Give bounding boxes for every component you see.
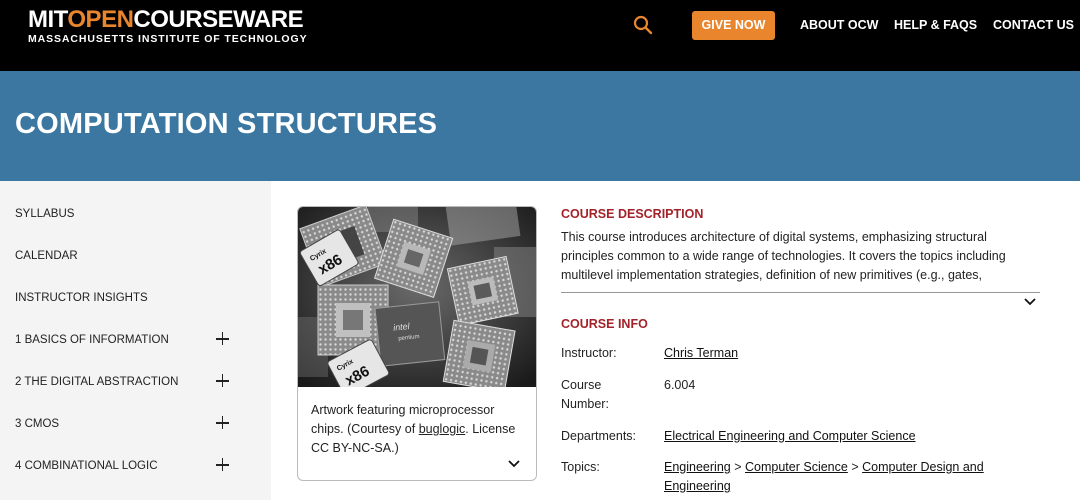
course-description-text: This course introduces architecture of d… [561, 230, 1006, 282]
logo-part-open: OPEN [67, 6, 134, 33]
search-icon[interactable] [632, 14, 654, 36]
nav-help-faqs[interactable]: HELP & FAQS [894, 18, 977, 32]
course-image-card: intel pentium Cyrix x86 Cyrix x86 Artwor… [297, 206, 537, 481]
course-sidebar: SYLLABUS CALENDAR INSTRUCTOR INSIGHTS 1 … [0, 181, 271, 500]
sidebar-item-syllabus[interactable]: SYLLABUS [15, 208, 74, 220]
nav-contact-us[interactable]: CONTACT US [993, 18, 1074, 32]
description-divider [561, 292, 1040, 293]
microprocessor-chips-image: intel pentium Cyrix x86 Cyrix x86 [298, 207, 536, 387]
nav-about-ocw[interactable]: ABOUT OCW [800, 18, 878, 32]
topic-link-computer-design[interactable]: Computer Design and [862, 460, 984, 474]
expand-plus-icon[interactable] [216, 332, 230, 346]
topics-value-line2: Engineering [664, 477, 731, 496]
site-header: MITOPENCOURSEWARE MASSACHUSETTS INSTITUT… [0, 0, 1080, 71]
topics-label: Topics: [561, 460, 600, 474]
chip-brand-label: intel [393, 321, 411, 333]
expand-plus-icon[interactable] [216, 458, 230, 472]
mit-ocw-logo[interactable]: MITOPENCOURSEWARE MASSACHUSETTS INSTITUT… [28, 8, 308, 46]
sidebar-item-combinational-logic[interactable]: 4 COMBINATIONAL LOGIC [15, 460, 158, 472]
course-number-label-line2: Number: [561, 397, 609, 411]
buglogic-link[interactable]: buglogic [419, 422, 466, 436]
course-info-heading: COURSE INFO [561, 317, 648, 331]
expand-plus-icon[interactable] [216, 374, 230, 388]
topic-link-engineering[interactable]: Engineering [664, 460, 731, 474]
logo-part-courseware: COURSEWARE [133, 6, 304, 33]
course-banner: COMPUTATION STRUCTURES [0, 71, 1080, 181]
topic-link-computer-science[interactable]: Computer Science [745, 460, 848, 474]
course-number-value: 6.004 [664, 378, 696, 392]
sidebar-item-digital-abstraction[interactable]: 2 THE DIGITAL ABSTRACTION [15, 376, 178, 388]
expand-plus-icon[interactable] [216, 416, 230, 430]
give-now-button[interactable]: GIVE NOW [692, 11, 775, 40]
instructor-link[interactable]: Chris Terman [664, 346, 738, 360]
instructor-label: Instructor: [561, 346, 617, 360]
logo-wordmark: MITOPENCOURSEWARE [28, 8, 307, 32]
instructor-value: Chris Terman [664, 344, 738, 363]
logo-part-mit: MIT [28, 6, 68, 33]
sidebar-item-calendar[interactable]: CALENDAR [15, 250, 78, 262]
sidebar-item-basics-of-information[interactable]: 1 BASICS OF INFORMATION [15, 334, 169, 346]
topic-separator: > [734, 460, 742, 474]
logo-subtitle: MASSACHUSETTS INSTITUTE OF TECHNOLOGY [28, 33, 308, 45]
course-title: COMPUTATION STRUCTURES [15, 108, 438, 140]
image-caption: Artwork featuring microprocessor chips. … [311, 401, 526, 458]
departments-label: Departments: [561, 429, 637, 443]
sidebar-item-cmos[interactable]: 3 CMOS [15, 418, 59, 430]
departments-value: Electrical Engineering and Computer Scie… [664, 427, 916, 446]
sidebar-item-instructor-insights[interactable]: INSTRUCTOR INSIGHTS [15, 292, 148, 304]
chevron-down-icon[interactable] [1023, 297, 1037, 307]
chevron-down-icon[interactable] [507, 459, 521, 469]
course-number-label-line1: Course [561, 378, 602, 392]
course-description-heading: COURSE DESCRIPTION [561, 207, 704, 221]
course-number-label: Course Number: [561, 376, 609, 414]
topic-link-computer-design-cont[interactable]: Engineering [664, 479, 731, 493]
topics-value: Engineering > Computer Science > Compute… [664, 458, 984, 477]
topic-separator: > [851, 460, 859, 474]
department-link[interactable]: Electrical Engineering and Computer Scie… [664, 429, 916, 443]
